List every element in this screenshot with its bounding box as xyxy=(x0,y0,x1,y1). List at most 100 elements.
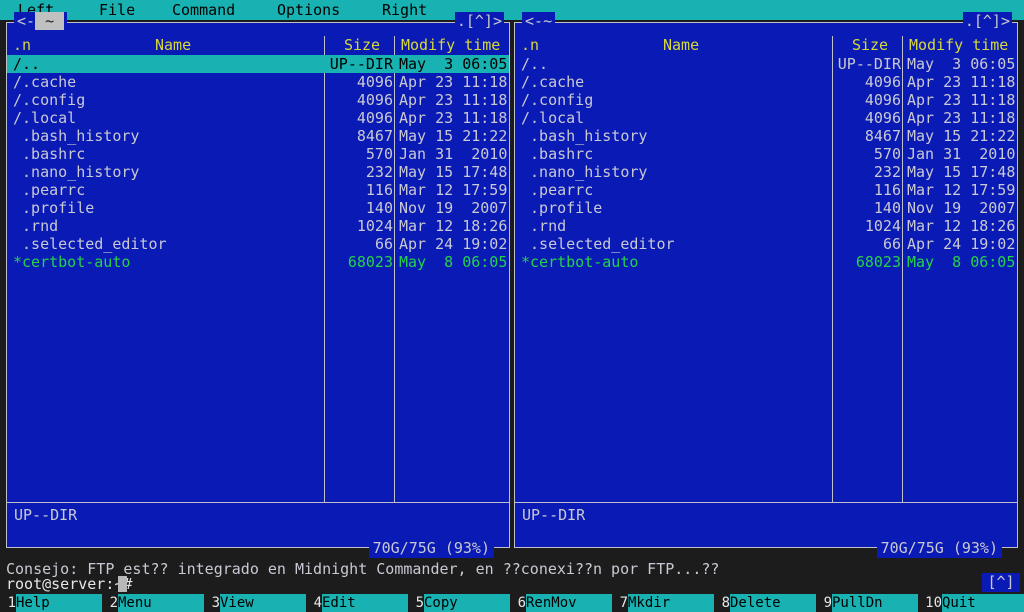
file-size: 66 xyxy=(374,235,393,253)
left-panel-title-prefix: <- xyxy=(17,12,36,30)
file-row[interactable]: .pearrc 116 Mar 12 17:59 xyxy=(7,181,509,199)
left-panel-free-space: 70G/75G (93%) xyxy=(368,539,494,558)
right-panel-title[interactable]: <-~ xyxy=(522,12,556,31)
file-size: 8467 xyxy=(864,127,901,145)
menu-item-options[interactable]: Options xyxy=(277,1,340,19)
right-col-size[interactable]: Size xyxy=(837,36,903,54)
file-modify-time: May 15 21:22 xyxy=(907,127,1016,145)
file-row[interactable]: .bash_history 8467 May 15 21:22 xyxy=(515,127,1017,145)
file-modify-time: Mar 12 17:59 xyxy=(907,181,1016,199)
file-row[interactable]: /.local 4096 Apr 23 11:18 xyxy=(7,109,509,127)
file-name: /.cache xyxy=(521,73,585,91)
right-panel[interactable]: <-~ .[^]> .n Name Size Modify time /.. UP… xyxy=(514,12,1018,558)
file-modify-time: Apr 24 19:02 xyxy=(907,235,1016,253)
file-row[interactable]: .nano_history 232 May 15 17:48 xyxy=(515,163,1017,181)
left-panel-mini-divider xyxy=(7,502,509,503)
file-row[interactable]: .rnd 1024 Mar 12 18:26 xyxy=(515,217,1017,235)
fkey-number: 3 xyxy=(204,594,220,612)
file-row[interactable]: *certbot-auto 68023 May 8 06:05 xyxy=(7,253,509,271)
file-name: /.. xyxy=(521,55,549,73)
fkey-label: Delete xyxy=(730,594,816,612)
file-modify-time: Apr 23 11:18 xyxy=(399,91,508,109)
fkey-help[interactable]: 1Help xyxy=(0,594,102,612)
fkey-label: Mkdir xyxy=(628,594,714,612)
fkey-view[interactable]: 3View xyxy=(204,594,306,612)
left-col-modify-time[interactable]: Modify time xyxy=(401,36,500,54)
fkey-delete[interactable]: 8Delete xyxy=(714,594,816,612)
fkey-number: 1 xyxy=(0,594,16,612)
right-col-sort-indicator[interactable]: .n xyxy=(521,36,539,54)
left-col-sort-indicator[interactable]: .n xyxy=(13,36,31,54)
file-name: .rnd xyxy=(13,217,59,235)
file-name: .bashrc xyxy=(521,145,594,163)
file-row[interactable]: .pearrc 116 Mar 12 17:59 xyxy=(515,181,1017,199)
fkey-mkdir[interactable]: 7Mkdir xyxy=(612,594,714,612)
file-row[interactable]: .bash_history 8467 May 15 21:22 xyxy=(7,127,509,145)
fkey-pulldn[interactable]: 9PullDn xyxy=(816,594,918,612)
file-name: .nano_history xyxy=(13,163,140,181)
file-row[interactable]: .bashrc 570 Jan 31 2010 xyxy=(7,145,509,163)
file-modify-time: May 15 21:22 xyxy=(399,127,508,145)
file-size: 232 xyxy=(873,163,901,181)
file-row[interactable]: /.cache 4096 Apr 23 11:18 xyxy=(7,73,509,91)
right-panel-free-space: 70G/75G (93%) xyxy=(876,539,1002,558)
file-row[interactable]: .selected_editor 66 Apr 24 19:02 xyxy=(515,235,1017,253)
fkey-quit[interactable]: 10Quit xyxy=(918,594,1024,612)
file-row[interactable]: /.. UP--DIR May 3 06:05 xyxy=(7,55,509,73)
file-row[interactable]: *certbot-auto 68023 May 8 06:05 xyxy=(515,253,1017,271)
right-col-modify-time[interactable]: Modify time xyxy=(909,36,1008,54)
right-panel-file-list[interactable]: /.. UP--DIR May 3 06:05 /.cache 4096 Apr 23 1… xyxy=(515,55,1017,502)
right-panel-corner-controls[interactable]: .[^]> xyxy=(962,12,1012,31)
file-row[interactable]: /.local 4096 Apr 23 11:18 xyxy=(515,109,1017,127)
file-row[interactable]: .rnd 1024 Mar 12 18:26 xyxy=(7,217,509,235)
file-modify-time: May 3 06:05 xyxy=(399,55,508,73)
fkey-number: 2 xyxy=(102,594,118,612)
file-size: 1024 xyxy=(864,217,901,235)
fkey-copy[interactable]: 5Copy xyxy=(408,594,510,612)
file-modify-time: Mar 12 18:26 xyxy=(399,217,508,235)
file-modify-time: Jan 31 2010 xyxy=(399,145,508,163)
fkey-edit[interactable]: 4Edit xyxy=(306,594,408,612)
file-name: .nano_history xyxy=(521,163,648,181)
fkey-renmov[interactable]: 6RenMov xyxy=(510,594,612,612)
file-name: .pearrc xyxy=(521,181,594,199)
command-input[interactable] xyxy=(118,575,127,594)
file-modify-time: Jan 31 2010 xyxy=(907,145,1016,163)
file-name: /.config xyxy=(521,91,594,109)
file-modify-time: Apr 23 11:18 xyxy=(907,109,1016,127)
file-row[interactable]: .bashrc 570 Jan 31 2010 xyxy=(515,145,1017,163)
file-size: 232 xyxy=(365,163,393,181)
left-panel-title[interactable]: <- ~ xyxy=(14,12,68,31)
shell-prompt: root@server:~# xyxy=(6,575,133,593)
left-panel-file-list[interactable]: /.. UP--DIR May 3 06:05 /.cache 4096 Apr 23 1… xyxy=(7,55,509,502)
scroll-up-indicator[interactable]: [^] xyxy=(982,573,1020,592)
file-size: 68023 xyxy=(347,253,393,271)
fkey-menu[interactable]: 2Menu xyxy=(102,594,204,612)
left-panel-corner-controls[interactable]: .[^]> xyxy=(454,12,504,31)
text-cursor xyxy=(118,576,127,592)
left-col-size[interactable]: Size xyxy=(329,36,395,54)
menu-item-command[interactable]: Command xyxy=(172,1,235,19)
file-size: 4096 xyxy=(864,91,901,109)
menu-item-file[interactable]: File xyxy=(99,1,135,19)
file-row[interactable]: /.cache 4096 Apr 23 11:18 xyxy=(515,73,1017,91)
file-size: 140 xyxy=(365,199,393,217)
file-size: 570 xyxy=(873,145,901,163)
file-row[interactable]: /.config 4096 Apr 23 11:18 xyxy=(7,91,509,109)
fkey-label: View xyxy=(220,594,306,612)
file-row[interactable]: .selected_editor 66 Apr 24 19:02 xyxy=(7,235,509,253)
file-name: *certbot-auto xyxy=(13,253,131,271)
file-row[interactable]: .profile 140 Nov 19 2007 xyxy=(7,199,509,217)
file-name: .pearrc xyxy=(13,181,86,199)
left-panel[interactable]: <- ~ .[^]> .n Name Size Modify time /.. UP… xyxy=(6,12,510,558)
left-col-name[interactable]: Name xyxy=(155,36,191,54)
left-panel-path: ~ xyxy=(35,12,65,30)
file-size: 570 xyxy=(365,145,393,163)
menu-item-right[interactable]: Right xyxy=(382,1,427,19)
right-col-name[interactable]: Name xyxy=(663,36,699,54)
file-row[interactable]: /.config 4096 Apr 23 11:18 xyxy=(515,91,1017,109)
file-size: UP--DIR xyxy=(329,55,393,73)
file-row[interactable]: /.. UP--DIR May 3 06:05 xyxy=(515,55,1017,73)
file-row[interactable]: .profile 140 Nov 19 2007 xyxy=(515,199,1017,217)
file-row[interactable]: .nano_history 232 May 15 17:48 xyxy=(7,163,509,181)
